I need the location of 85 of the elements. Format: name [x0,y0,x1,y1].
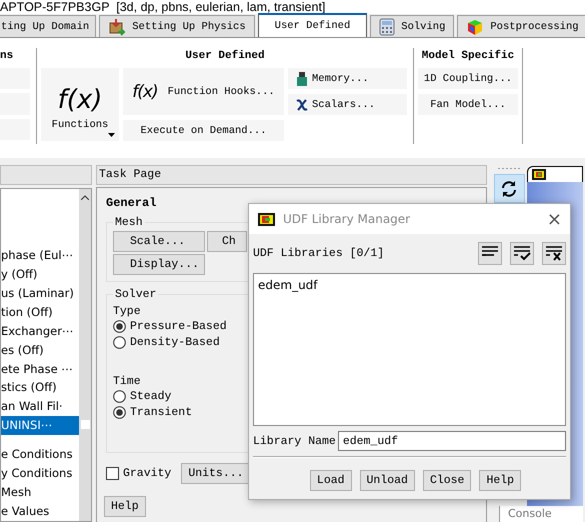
view-tab[interactable] [527,166,583,182]
radio-button[interactable] [113,390,126,402]
units-button[interactable]: Units... [181,463,251,484]
functions-button[interactable]: f(x) Functions [41,68,119,141]
list-check-icon [513,245,531,261]
dialog-button[interactable]: Close [422,470,472,491]
ribbon-button[interactable]: Fan Model... [418,94,518,115]
tree-item[interactable]: Mesh [1,483,79,502]
mesh-button[interactable]: Scale... [113,231,205,252]
colored-cube-icon [466,18,484,36]
calculator-icon [379,18,396,36]
toolbar-button[interactable] [542,242,566,264]
option-label: Pressure-Based [130,320,227,332]
function-glyph: f(x) [132,82,158,102]
checkbox[interactable] [106,467,119,480]
tree-item[interactable]: tion (Off) [1,302,79,322]
mesh-button[interactable]: Display... [113,254,205,275]
dialog-button[interactable]: Help [479,470,522,491]
tree-item[interactable]: e Values [1,502,79,521]
section-title: User Defined [184,48,266,64]
dialog-title: UDF Library Manager [283,212,410,226]
tree-item[interactable]: Exchanger⋯ [1,322,79,341]
list-label: UDF Libraries [0/1] [253,246,384,260]
ribbon-tab[interactable]: Postprocessing [457,15,585,37]
tree-item[interactable]: stics (Off) [1,378,79,398]
refresh-icon [500,180,518,198]
tree-item[interactable]: UNINSI⋯ [1,416,79,436]
refresh-button[interactable] [494,174,524,203]
toolbar-button[interactable] [478,242,502,264]
scroll-up-icon [81,195,89,200]
group-title: Solver [114,288,158,301]
ribbon-tab[interactable]: Solving [370,15,454,37]
window-title: APTOP-5F7PB3GP [3d, dp, pbns, eulerian, lam, transient] [0,0,326,14]
ribbon-tab[interactable]: ting Up Domain [0,15,96,37]
tree-item[interactable]: y (Off) [1,264,79,284]
function-glyph: f(x) [58,84,102,114]
help-button[interactable]: Help [104,496,146,517]
button-label: Functions [52,118,108,130]
ribbon-tab[interactable]: Setting Up Physics [99,15,255,37]
option-label: Steady [130,390,172,402]
memory-button[interactable]: Memory... [288,68,407,89]
function-hooks-button[interactable]: f(x) Function Hooks... [123,68,284,115]
section-heading: General [106,196,158,210]
console-tab[interactable]: Console [499,506,583,522]
group-title: Mesh [114,216,144,229]
tree-item[interactable]: an Wall Fil· [1,397,79,416]
tree-item[interactable]: y Conditions [1,464,79,484]
box-arrow-icon [108,18,126,36]
ribbon-button[interactable]: 1D Coupling... [418,68,518,89]
close-button[interactable]: × [546,208,562,230]
list-item[interactable]: edem_udf [258,278,561,292]
radio-button[interactable] [113,320,126,332]
dialog-button[interactable]: Load [310,470,352,491]
field-label: Type [113,305,142,318]
checkbox-label: Gravity [123,467,172,480]
panel-header: Task Page [96,165,487,185]
ribbon-tab[interactable]: User Defined [258,13,368,37]
contour-icon [258,212,275,226]
field-label: Library Name [253,434,336,448]
scalars-button[interactable]: Scalars... [288,94,407,115]
section-title: Model Specific [420,48,516,64]
tree-item[interactable]: es (Off) [1,340,79,360]
tree-item[interactable]: us (Laminar) [1,284,79,303]
grip-icon [498,167,520,170]
scrollbar[interactable] [79,189,91,521]
chi-symbol-icon [296,98,308,110]
scroll-thumb[interactable] [80,420,90,429]
tree-item[interactable]: phase (Eul⋯ [1,246,79,265]
section-title: ns [0,49,14,64]
memory-chip-icon [296,72,308,86]
field-label: Time [113,375,142,388]
radio-button[interactable] [113,406,126,418]
option-label: Density-Based [130,336,220,348]
contour-icon [532,169,546,180]
toolbar-button[interactable] [510,242,534,264]
list-remove-icon [545,245,563,261]
mesh-button[interactable]: Ch [207,231,247,252]
execute-on-demand-button[interactable]: Execute on Demand... [123,120,284,141]
tree-item[interactable]: e Conditions [1,445,79,464]
caret-icon [108,133,115,137]
library-name-field[interactable]: edem_udf [338,431,566,451]
tree-item[interactable]: ete Phase ⋯ [1,360,79,378]
dialog-button[interactable]: Unload [360,470,415,491]
radio-button[interactable] [113,336,126,348]
option-label: Transient [130,406,192,418]
